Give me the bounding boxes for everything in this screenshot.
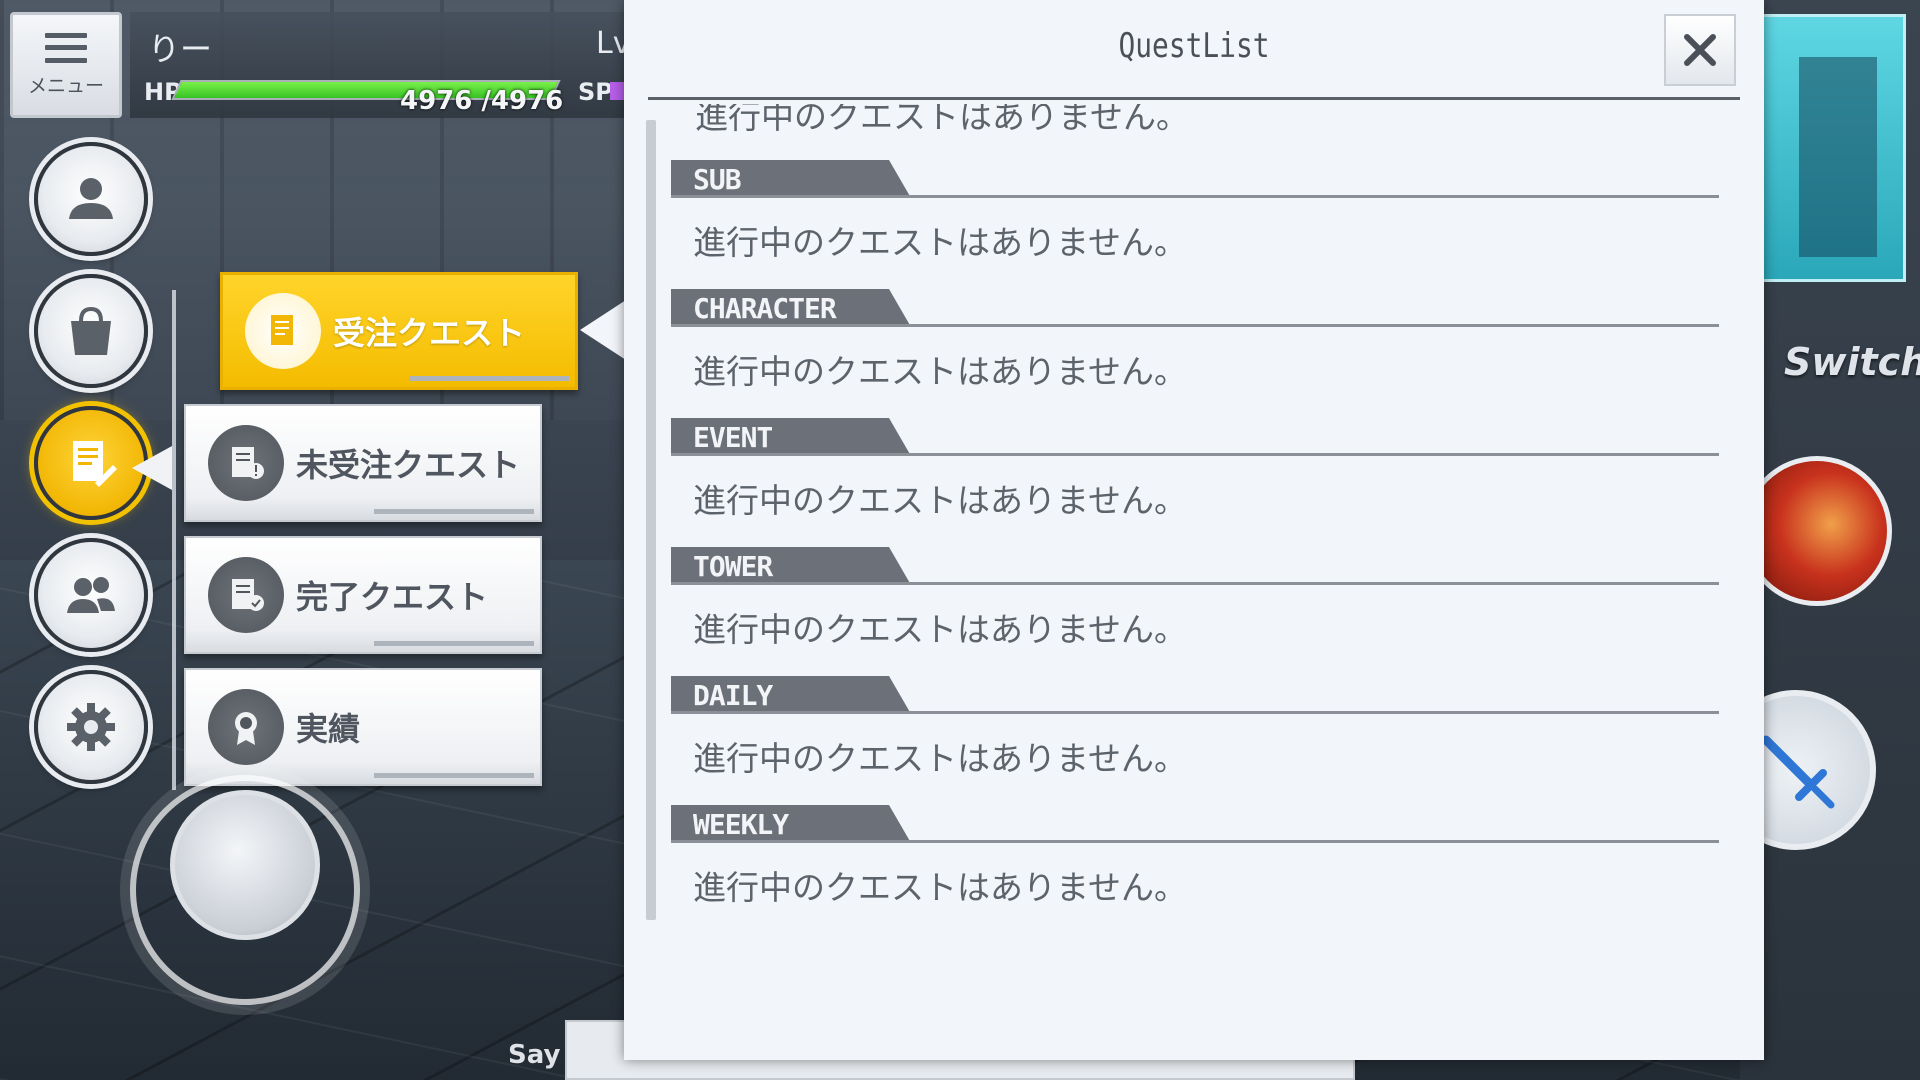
quest-note-icon (73, 441, 117, 487)
menu-pointer (132, 446, 172, 490)
accepted-quest-button[interactable]: 受注クエスト (220, 272, 578, 390)
dialog-title: QuestList (1118, 26, 1270, 66)
section-rule (671, 582, 1719, 585)
scrollbar[interactable] (646, 120, 656, 920)
submenu-pointer (580, 300, 626, 360)
switch-label[interactable]: Switch (1784, 340, 1920, 384)
section-tag: TOWER (671, 547, 911, 585)
section-message: 進行中のクエストはありません。 (693, 868, 1188, 907)
close-button[interactable] (1664, 14, 1736, 86)
section-rule (671, 840, 1719, 843)
button-underline (374, 509, 534, 514)
minimap[interactable] (1756, 14, 1906, 282)
hamburger-icon (45, 32, 87, 63)
section-tower: TOWER 進行中のクエストはありません。 (671, 491, 1741, 649)
quest-unaccepted-icon (208, 425, 284, 501)
section-tag: DAILY (671, 676, 911, 714)
section-event: EVENT 進行中のクエストはありません。 (671, 362, 1741, 520)
minimap-structure (1799, 57, 1877, 257)
player-name: りー (148, 30, 213, 68)
section-weekly: WEEKLY 進行中のクエストはありません。 (671, 749, 1741, 907)
friends-button[interactable] (34, 538, 148, 652)
section-rule (671, 195, 1719, 198)
section-sub: SUB 進行中のクエストはありません。 (671, 104, 1741, 262)
friends-icon (67, 577, 115, 613)
completed-quest-button[interactable]: 完了クエスト (184, 536, 542, 654)
sp-label: SP (578, 78, 613, 106)
bag-icon (71, 306, 111, 355)
say-label: Say (508, 1040, 561, 1070)
player-status-panel: りー Lv HP 4976 /4976 SP (130, 12, 630, 118)
quest-button[interactable] (34, 406, 148, 520)
menu-divider (172, 290, 176, 790)
section-rule (671, 711, 1719, 714)
menu-label: メニュー (27, 74, 104, 97)
menu-button[interactable]: メニュー (10, 12, 122, 118)
section-rule (671, 453, 1719, 456)
section-rule (671, 324, 1719, 327)
skill-dash-button[interactable] (1742, 456, 1892, 606)
settings-button[interactable] (34, 670, 148, 784)
quest-section-list[interactable]: 進行中のクエストはありません。 SUB 進行中のクエストはありません。 CHAR… (671, 104, 1741, 924)
button-underline (374, 773, 534, 778)
unaccepted-quest-button[interactable]: 未受注クエスト (184, 404, 542, 522)
quest-complete-icon (208, 557, 284, 633)
person-icon (69, 178, 113, 219)
quest-accepted-icon (245, 293, 321, 369)
completed-quest-label: 完了クエスト (296, 578, 489, 616)
section-tag: WEEKLY (671, 805, 911, 843)
profile-button[interactable] (34, 142, 148, 256)
medal-icon (208, 689, 284, 765)
button-underline (374, 641, 534, 646)
achievements-button[interactable]: 実績 (184, 668, 542, 786)
section-tag: CHARACTER (671, 289, 911, 327)
virtual-joystick-knob[interactable] (170, 790, 320, 940)
quest-list-dialog: QuestList 進行中のクエストはありません。 SUB 進行中のクエストはあ… (624, 0, 1764, 1060)
unaccepted-quest-label: 未受注クエスト (296, 446, 521, 484)
section-tag: EVENT (671, 418, 911, 456)
bag-button[interactable] (34, 274, 148, 388)
hp-value: 4976 /4976 (400, 86, 564, 116)
section-character: CHARACTER 進行中のクエストはありません。 (671, 233, 1741, 391)
close-icon (1684, 34, 1716, 66)
achievements-label: 実績 (296, 710, 361, 748)
button-underline (409, 376, 569, 381)
accepted-quest-label: 受注クエスト (333, 314, 526, 352)
sword-icon (1761, 735, 1835, 809)
section-daily: DAILY 進行中のクエストはありません。 (671, 620, 1741, 778)
section-tag: SUB (671, 160, 911, 198)
title-divider (648, 97, 1740, 100)
gear-icon (67, 703, 115, 751)
